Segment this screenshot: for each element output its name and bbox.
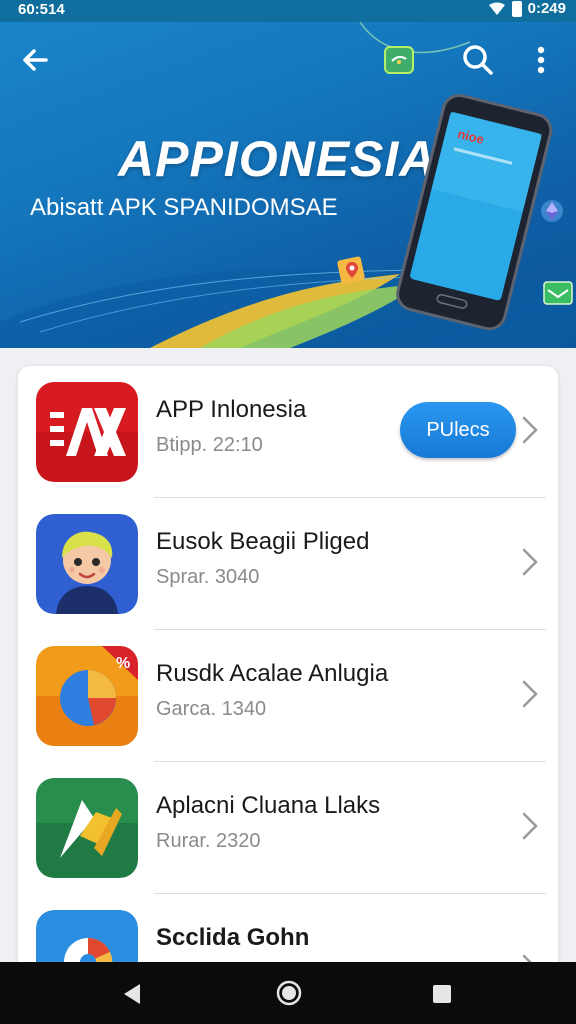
list-item[interactable]: Aplacni Cluana Llaks Rurar. 2320 (18, 762, 558, 894)
install-button[interactable]: PUlecs (400, 402, 516, 458)
nav-home-icon[interactable] (274, 978, 304, 1008)
status-time: 60:514 (18, 1, 65, 18)
list-item[interactable]: APP Inlonesia Btipp. 22:10 PUlecs (18, 366, 558, 498)
app-name: Rusdk Acalae Anlugia (156, 660, 389, 687)
status-icons: 0:249 (488, 0, 566, 17)
nav-recents-icon[interactable] (430, 982, 454, 1006)
diamond-icon (541, 200, 563, 222)
back-arrow-icon[interactable] (16, 40, 56, 80)
system-nav-bar (0, 962, 576, 1024)
status-bar: 60:514 0:249 (0, 0, 576, 22)
battery-icon (511, 0, 522, 17)
app-meta: Rurar. 2320 (156, 830, 261, 852)
app-name: Scclida Gohn (156, 924, 310, 951)
mail-icon (543, 281, 573, 305)
search-icon[interactable] (458, 40, 498, 80)
hero-subtitle: Abisatt APK SPANIDOMSAE (30, 194, 338, 221)
green-shape-app-icon (36, 778, 138, 878)
wifi-icon (488, 2, 505, 15)
app-meta: Sprar. 3040 (156, 566, 260, 588)
red-ax-app-icon (36, 382, 138, 482)
app-list: APP Inlonesia Btipp. 22:10 PUlecs Eusok … (18, 366, 558, 986)
chevron-right-icon[interactable] (518, 676, 542, 712)
svg-text:%: % (116, 655, 130, 672)
app-meta: Btipp. 22:10 (156, 434, 263, 456)
app-name: Eusok Beagii Pliged (156, 528, 370, 555)
app-name: APP Inlonesia (156, 396, 307, 423)
cartoon-avatar-app-icon (36, 514, 138, 614)
orange-pie-app-icon: % (36, 646, 138, 746)
chevron-right-icon[interactable] (518, 412, 542, 448)
app-meta: Garca. 1340 (156, 698, 267, 720)
app-name: Aplacni Cluana Llaks (156, 792, 381, 819)
nav-back-icon[interactable] (118, 980, 146, 1008)
list-item[interactable]: % Rusdk Acalae Anlugia Garca. 1340 (18, 630, 558, 762)
list-item[interactable]: Eusok Beagii Pliged Sprar. 3040 (18, 498, 558, 630)
map-pin-icon (337, 256, 365, 284)
cast-icon[interactable] (382, 44, 416, 76)
chevron-right-icon[interactable] (518, 808, 542, 844)
status-clock-right: 0:249 (527, 0, 566, 17)
app-bar (0, 22, 576, 94)
hero-banner: APPIONESIA Abisatt APK SPANIDOMSAE nioe (0, 22, 576, 348)
smartphone-illustration: nioe (396, 94, 553, 331)
more-vertical-icon[interactable] (524, 40, 558, 80)
chevron-right-icon[interactable] (518, 544, 542, 580)
